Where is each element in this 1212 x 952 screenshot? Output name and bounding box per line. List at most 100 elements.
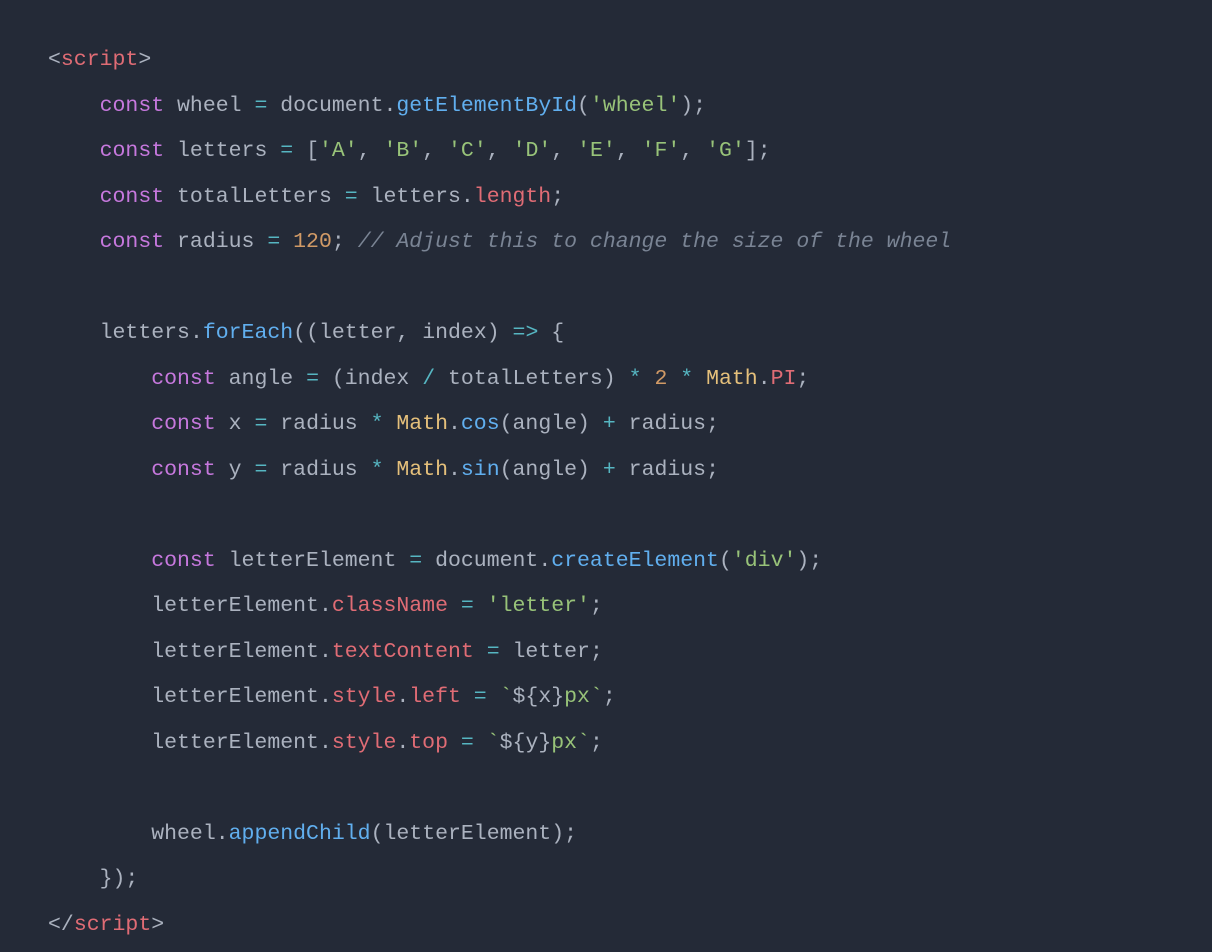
code-token: = — [487, 640, 500, 664]
code-token: PI — [771, 367, 797, 391]
code-token: letters — [164, 139, 280, 163]
code-token: Math — [706, 367, 758, 391]
code-token: x — [216, 412, 255, 436]
code-token: letterElement — [48, 731, 319, 755]
code-line[interactable]: letters.forEach((letter, index) => { — [48, 321, 564, 345]
code-token: ` — [590, 685, 603, 709]
code-token: , — [358, 139, 384, 163]
code-token: , — [487, 139, 513, 163]
code-line[interactable]: const totalLetters = letters.length; — [48, 185, 564, 209]
code-token: + — [603, 458, 616, 482]
code-token: , — [616, 139, 642, 163]
code-token: createElement — [551, 549, 719, 573]
code-line[interactable]: const letters = ['A', 'B', 'C', 'D', 'E'… — [48, 139, 771, 163]
code-token: ] — [745, 139, 758, 163]
code-token: 'div' — [732, 549, 797, 573]
code-token — [48, 549, 151, 573]
code-token: document — [422, 549, 538, 573]
code-token: ) — [577, 412, 590, 436]
code-line[interactable]: const x = radius * Math.cos(angle) + rad… — [48, 412, 719, 436]
code-token — [48, 94, 100, 118]
code-token: . — [448, 412, 461, 436]
code-token: = — [345, 185, 358, 209]
code-token — [383, 412, 396, 436]
code-token: ( — [719, 549, 732, 573]
code-token: < — [48, 48, 61, 72]
code-token: ) — [551, 822, 564, 846]
code-token: 'G' — [706, 139, 745, 163]
code-line[interactable]: wheel.appendChild(letterElement); — [48, 822, 577, 846]
code-token: ) — [680, 94, 693, 118]
code-token: y — [216, 458, 255, 482]
code-token: > — [138, 48, 151, 72]
code-token: . — [190, 321, 203, 345]
code-token: ${ — [500, 731, 526, 755]
code-token: const — [100, 230, 165, 254]
code-token: className — [332, 594, 448, 618]
code-token: letters — [48, 321, 190, 345]
code-line[interactable]: const letterElement = document.createEle… — [48, 549, 822, 573]
code-line[interactable]: letterElement.textContent = letter; — [48, 640, 603, 664]
code-line[interactable]: const angle = (index / totalLetters) * 2… — [48, 367, 809, 391]
code-token: }) — [100, 867, 126, 891]
code-token: . — [319, 731, 332, 755]
code-token: Math — [396, 412, 448, 436]
code-line[interactable]: letterElement.style.left = `${x}px`; — [48, 685, 616, 709]
code-token: wheel — [48, 822, 216, 846]
code-line[interactable]: }); — [48, 867, 138, 891]
code-token: ( — [332, 367, 345, 391]
code-token: ) — [487, 321, 513, 345]
code-token: ; — [809, 549, 822, 573]
code-token — [693, 367, 706, 391]
code-token: totalLetters — [164, 185, 345, 209]
code-token: ; — [758, 139, 771, 163]
code-token: = — [267, 230, 280, 254]
code-token: ) — [603, 367, 616, 391]
code-token: // Adjust this to change the size of the… — [358, 230, 952, 254]
code-token: letterElement — [383, 822, 551, 846]
code-token: left — [409, 685, 461, 709]
code-token: const — [151, 458, 216, 482]
code-token: ; — [125, 867, 138, 891]
code-line[interactable]: const radius = 120; // Adjust this to ch… — [48, 230, 951, 254]
code-token: x — [538, 685, 551, 709]
code-token: } — [538, 731, 551, 755]
code-token: [ — [306, 139, 319, 163]
code-token: = — [474, 685, 487, 709]
code-line[interactable]: <script> — [48, 48, 151, 72]
code-token: ) — [577, 458, 590, 482]
code-line[interactable]: const y = radius * Math.sin(angle) + rad… — [48, 458, 719, 482]
code-token: ; — [590, 731, 603, 755]
code-token: px — [551, 731, 577, 755]
code-line[interactable]: letterElement.style.top = `${y}px`; — [48, 731, 603, 755]
code-token: 'A' — [319, 139, 358, 163]
code-line[interactable]: letterElement.className = 'letter'; — [48, 594, 603, 618]
code-block[interactable]: <script> const wheel = document.getEleme… — [0, 0, 1212, 952]
code-token: 'F' — [642, 139, 681, 163]
code-token: = — [254, 458, 267, 482]
code-token: radius — [267, 412, 370, 436]
code-token: const — [151, 367, 216, 391]
code-token — [48, 139, 100, 163]
code-token: * — [680, 367, 693, 391]
code-token: y — [525, 731, 538, 755]
code-token: } — [551, 685, 564, 709]
code-token: = — [254, 412, 267, 436]
code-token: = — [306, 367, 319, 391]
code-token: (( — [293, 321, 319, 345]
code-token: { — [551, 321, 564, 345]
code-token: 'B' — [384, 139, 423, 163]
code-token: textContent — [332, 640, 474, 664]
code-token: Math — [396, 458, 448, 482]
code-token: + — [603, 412, 616, 436]
code-token: const — [100, 94, 165, 118]
code-token — [538, 321, 551, 345]
code-token: 'C' — [448, 139, 487, 163]
code-line[interactable]: const wheel = document.getElementById('w… — [48, 94, 706, 118]
code-token — [48, 185, 100, 209]
code-token: ` — [500, 685, 513, 709]
code-token: letter — [500, 640, 590, 664]
code-token: ; — [564, 822, 577, 846]
code-token: document — [267, 94, 383, 118]
code-line[interactable]: </script> — [48, 913, 164, 937]
